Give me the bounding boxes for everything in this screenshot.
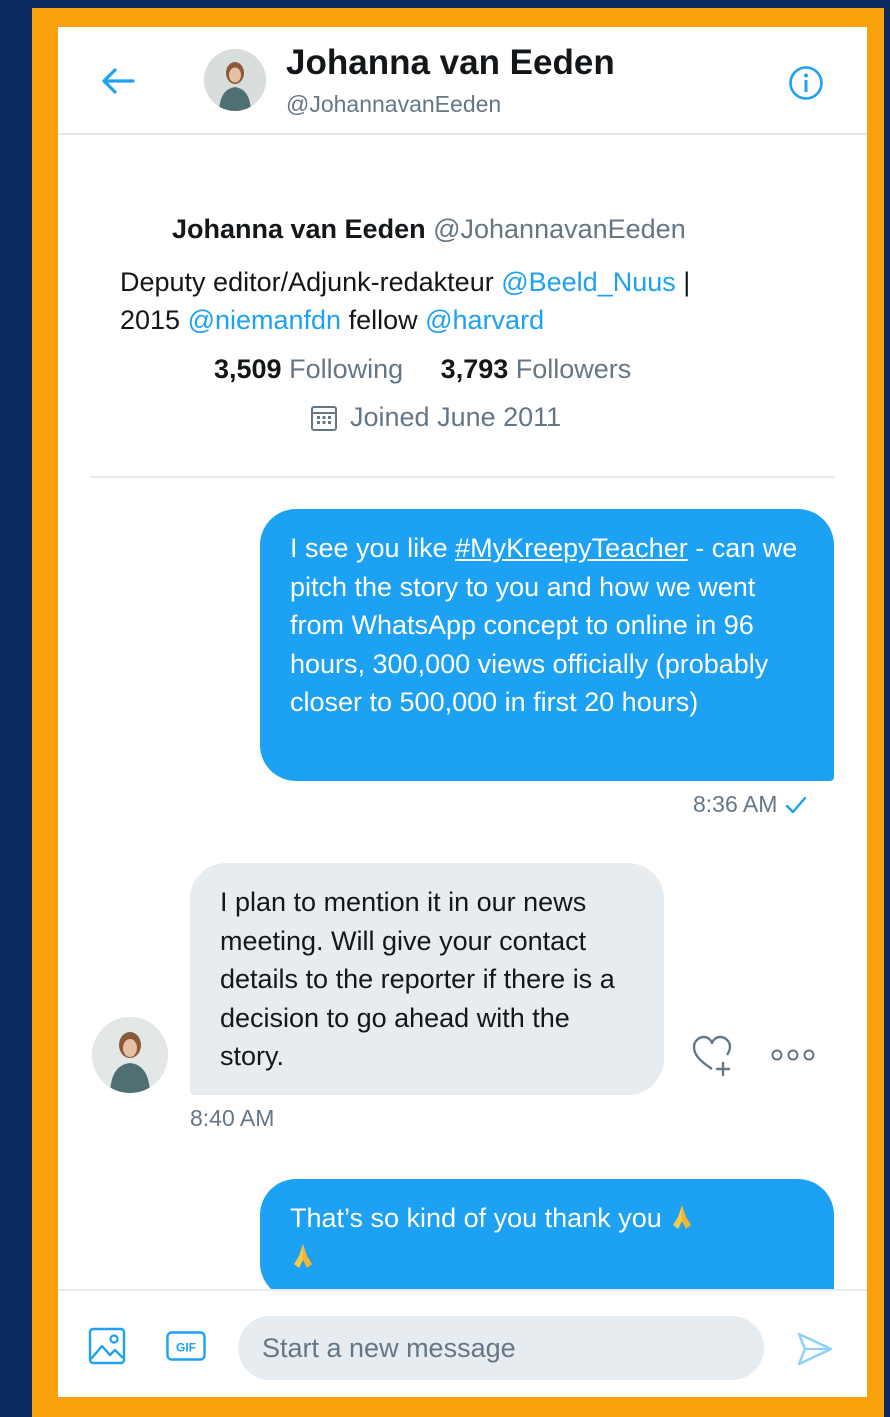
joined-text: Joined June 2011	[350, 402, 562, 432]
gif-label: GIF	[176, 1341, 196, 1355]
praying-hands-emoji	[294, 1243, 312, 1268]
bio-text: Deputy editor/Adjunk-redakteur	[120, 267, 502, 297]
following-count: 3,509	[214, 354, 282, 384]
timestamp-text: 8:36 AM	[693, 791, 778, 817]
mention-link[interactable]: @niemanfdn	[188, 305, 342, 335]
info-button[interactable]	[788, 65, 824, 101]
outgoing-message[interactable]: I see you like #MyKreepyTeacher - can we…	[260, 509, 834, 781]
message-text: I see you like	[290, 533, 456, 563]
calendar-icon	[311, 405, 337, 431]
divider	[90, 476, 835, 478]
conversation-header: Johanna van Eeden @JohannavanEeden	[58, 27, 867, 135]
profile-stats: 3,509 Following 3,793 Followers	[214, 354, 631, 385]
message-text: That’s so kind of you thank you	[290, 1203, 662, 1233]
message-text: I plan to mention it in our news meeting…	[220, 887, 615, 1071]
followers-stat[interactable]: 3,793 Followers	[441, 354, 632, 384]
add-photo-button[interactable]	[88, 1327, 126, 1365]
mention-link[interactable]: @Beeld_Nuus	[501, 267, 676, 297]
incoming-message[interactable]: I plan to mention it in our news meeting…	[190, 863, 664, 1095]
like-add-icon	[692, 1035, 732, 1077]
mention-link[interactable]: @harvard	[425, 305, 544, 335]
followers-count: 3,793	[440, 354, 509, 384]
more-options-button[interactable]	[770, 1045, 816, 1065]
bio-text: 2015	[120, 305, 188, 335]
conversation-name: Johanna van Eeden	[286, 43, 615, 82]
send-icon	[797, 1332, 833, 1366]
profile-handle-text: @JohannavanEeden	[433, 214, 686, 244]
profile-handle: @JohannavanEeden	[433, 214, 686, 244]
avatar[interactable]	[204, 49, 266, 111]
gif-button[interactable]: GIF	[166, 1331, 206, 1361]
back-button[interactable]	[98, 63, 138, 99]
message-timestamp: 8:36 AM	[693, 791, 807, 818]
bio-text: |	[675, 267, 691, 297]
person-photo-icon	[204, 49, 266, 111]
back-arrow-icon	[102, 68, 135, 94]
conversation-handle: @JohannavanEeden	[286, 91, 502, 117]
person-photo-icon	[92, 1017, 168, 1093]
following-stat[interactable]: 3,509 Following	[214, 354, 403, 384]
send-button[interactable]	[796, 1331, 834, 1367]
outgoing-message[interactable]: That’s so kind of you thank you	[260, 1179, 834, 1299]
profile-name: Johanna van Eeden	[172, 214, 426, 244]
profile-bio: Deputy editor/Adjunk-redakteur @Beeld_Nu…	[120, 263, 820, 339]
profile-name-row[interactable]: Johanna van Eeden @JohannavanEeden	[172, 214, 686, 245]
message-timestamp: 8:40 AM	[190, 1105, 275, 1131]
gif-icon: GIF	[166, 1331, 206, 1361]
dm-conversation-screen: Johanna van Eeden @JohannavanEeden Johan…	[58, 27, 867, 1397]
more-icon	[771, 1049, 815, 1061]
following-label: Following	[289, 354, 404, 384]
image-icon	[88, 1327, 126, 1365]
check-icon	[786, 796, 807, 813]
bio-text: fellow	[341, 305, 426, 335]
praying-hands-emoji	[673, 1205, 692, 1229]
message-composer: GIF	[58, 1289, 867, 1397]
message-input[interactable]	[238, 1316, 764, 1380]
hashtag-link[interactable]: #MyKreepyTeacher	[455, 533, 688, 563]
like-button[interactable]	[690, 1033, 734, 1077]
sender-avatar[interactable]	[92, 1017, 168, 1093]
followers-label: Followers	[515, 354, 632, 384]
info-icon	[789, 66, 823, 100]
joined-date: Joined June 2011	[310, 402, 561, 433]
